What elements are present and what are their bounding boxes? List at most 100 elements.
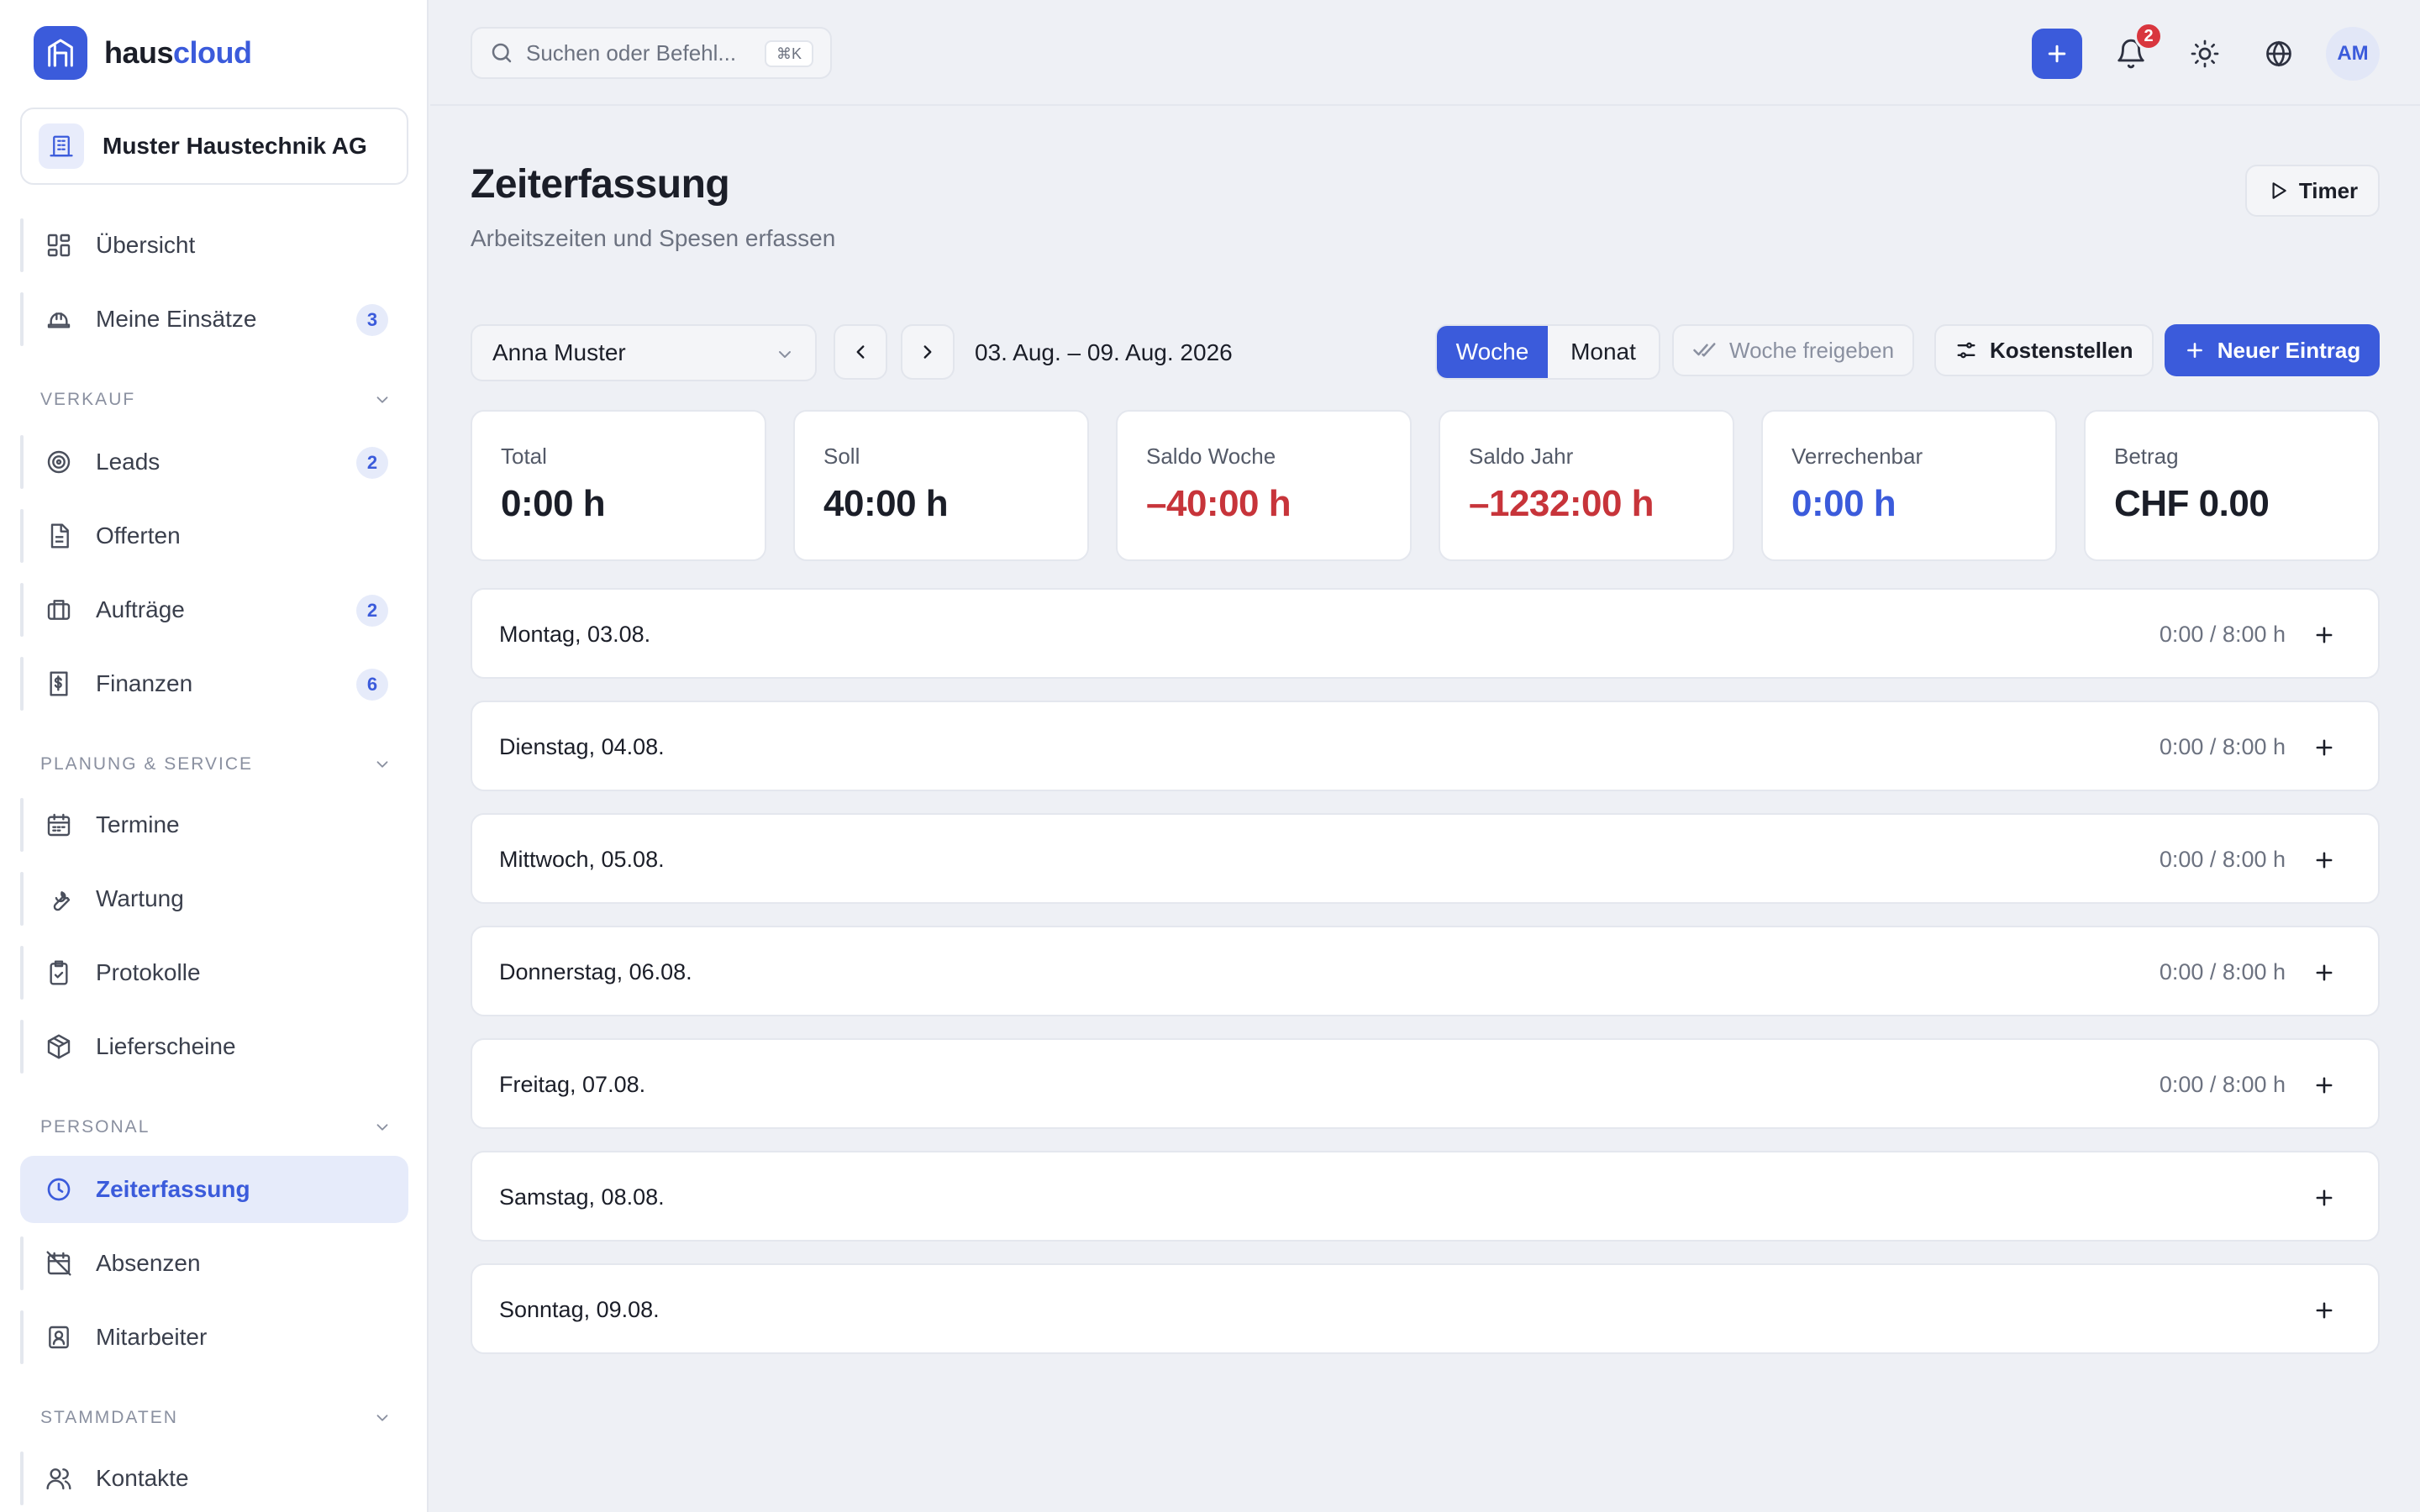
stat-card-saldo-jahr: Saldo Jahr –1232:00 h: [1439, 410, 1734, 561]
plus-icon: [2048, 45, 2066, 63]
section-title: PLANUNG & SERVICE: [40, 754, 254, 774]
sidebar-item-zeiterfassung[interactable]: Zeiterfassung: [20, 1156, 408, 1223]
previous-week-button[interactable]: [834, 324, 887, 380]
day-label: Donnerstag, 06.08.: [499, 959, 692, 984]
sidebar-item-finanzen[interactable]: Finanzen 6: [20, 650, 408, 717]
chevron-down-icon: [779, 351, 791, 358]
sidebar-item-wartung[interactable]: Wartung: [20, 865, 408, 932]
section-toggle-verkauf[interactable]: VERKAUF: [40, 383, 392, 417]
view-month-button[interactable]: Monat: [1548, 326, 1659, 378]
day-row-mittwoch[interactable]: Mittwoch, 05.08. 0:00 / 8:00 h: [471, 813, 2380, 904]
sidebar-item-label: Leads: [96, 449, 160, 475]
sidebar-item-label: Finanzen: [96, 670, 193, 696]
next-week-button[interactable]: [901, 324, 955, 380]
view-week-button[interactable]: Woche: [1437, 326, 1548, 378]
sidebar-item-meine-einsaetze[interactable]: Meine Einsätze 3: [20, 286, 408, 353]
employee-select[interactable]: Anna Muster: [471, 324, 817, 381]
keyboard-shortcut: ⌘K: [764, 40, 813, 67]
add-entry-button[interactable]: [2307, 1294, 2341, 1327]
stat-card-saldo-woche: Saldo Woche –40:00 h: [1116, 410, 1412, 561]
stat-value: –1232:00 h: [1469, 483, 1655, 524]
sidebar-item-label: Lieferscheine: [96, 1033, 236, 1059]
sidebar-item-uebersicht[interactable]: Übersicht: [20, 212, 408, 279]
users-icon: [44, 1463, 74, 1494]
stat-label: Soll: [823, 444, 860, 469]
add-entry-button[interactable]: [2307, 618, 2341, 652]
stat-value: CHF 0.00: [2114, 483, 2270, 524]
company-name: Muster Haustechnik AG: [103, 133, 367, 159]
app-name-part-2: cloud: [173, 35, 252, 70]
timer-label: Timer: [2298, 177, 2359, 203]
dashboard-icon: [44, 230, 74, 260]
helmet-icon: [44, 304, 74, 334]
sidebar-item-leads[interactable]: Leads 2: [20, 428, 408, 496]
add-entry-button[interactable]: [2307, 956, 2341, 990]
day-label: Montag, 03.08.: [499, 622, 651, 647]
sidebar-item-label: Offerten: [96, 522, 181, 549]
sidebar-item-kontakte[interactable]: Kontakte: [20, 1445, 408, 1512]
sidebar-item-offerten[interactable]: Offerten: [20, 502, 408, 570]
sidebar-item-mitarbeiter[interactable]: Mitarbeiter: [20, 1304, 408, 1371]
timer-button[interactable]: Timer: [2245, 165, 2380, 217]
house-logo-icon: [34, 26, 87, 80]
search-icon: [492, 43, 512, 63]
search-input[interactable]: Suchen oder Befehl... ⌘K: [471, 27, 832, 79]
day-hours: 0:00 / 8:00 h: [2159, 734, 2286, 759]
day-label: Sonntag, 09.08.: [499, 1297, 660, 1322]
stat-label: Saldo Jahr: [1469, 444, 1574, 469]
sidebar-item-auftraege[interactable]: Aufträge 2: [20, 576, 408, 643]
id-badge-icon: [44, 1322, 74, 1352]
day-row-donnerstag[interactable]: Donnerstag, 06.08. 0:00 / 8:00 h: [471, 926, 2380, 1016]
sidebar-item-absenzen[interactable]: Absenzen: [20, 1230, 408, 1297]
day-row-montag[interactable]: Montag, 03.08. 0:00 / 8:00 h: [471, 588, 2380, 679]
add-entry-button[interactable]: [2307, 1181, 2341, 1215]
cost-centers-button[interactable]: Kostenstellen: [1934, 324, 2154, 376]
language-button[interactable]: [2257, 32, 2301, 76]
count-badge: 6: [356, 669, 388, 701]
app-logo[interactable]: hauscloud: [34, 25, 252, 81]
document-icon: [44, 521, 74, 551]
briefcase-icon: [44, 595, 74, 625]
day-row-freitag[interactable]: Freitag, 07.08. 0:00 / 8:00 h: [471, 1038, 2380, 1129]
section-title: VERKAUF: [40, 390, 136, 409]
sidebar-item-protokolle[interactable]: Protokolle: [20, 939, 408, 1006]
day-row-sonntag[interactable]: Sonntag, 09.08.: [471, 1263, 2380, 1354]
add-entry-button[interactable]: [2307, 843, 2341, 877]
add-entry-button[interactable]: [2307, 731, 2341, 764]
approve-week-button[interactable]: Woche freigeben: [1672, 324, 1915, 376]
stat-value: 0:00 h: [1791, 483, 1897, 524]
page-title: Zeiterfassung: [471, 162, 730, 207]
section-toggle-personal[interactable]: PERSONAL: [40, 1110, 392, 1144]
day-row-dienstag[interactable]: Dienstag, 04.08. 0:00 / 8:00 h: [471, 701, 2380, 791]
approve-week-label: Woche freigeben: [1729, 337, 1895, 363]
stat-card-total: Total 0:00 h: [471, 410, 766, 561]
quick-add-button[interactable]: [2032, 29, 2082, 79]
building-icon: [39, 123, 84, 169]
sidebar-item-lieferscheine[interactable]: Lieferscheine: [20, 1013, 408, 1080]
sidebar-item-label: Übersicht: [96, 232, 196, 258]
page-subtitle: Arbeitszeiten und Spesen erfassen: [471, 225, 836, 251]
play-icon: [2272, 182, 2286, 199]
topbar: Suchen oder Befehl... ⌘K 2 AM: [430, 0, 2420, 106]
day-row-samstag[interactable]: Samstag, 08.08.: [471, 1151, 2380, 1242]
section-toggle-planung-service[interactable]: PLANUNG & SERVICE: [40, 748, 392, 781]
new-entry-button[interactable]: Neuer Eintrag: [2165, 324, 2380, 376]
sidebar-item-termine[interactable]: Termine: [20, 791, 408, 858]
sidebar-item-label: Wartung: [96, 885, 184, 911]
day-hours: 0:00 / 8:00 h: [2159, 847, 2286, 872]
section-toggle-stammdaten[interactable]: STAMMDATEN: [40, 1401, 392, 1435]
double-check-icon: [1693, 343, 1716, 357]
stat-label: Total: [501, 444, 547, 469]
sidebar-item-label: Meine Einsätze: [96, 306, 257, 332]
section-title: PERSONAL: [40, 1117, 150, 1137]
clock-icon: [44, 1174, 74, 1205]
chevron-down-icon: [376, 1415, 388, 1421]
add-entry-button[interactable]: [2307, 1068, 2341, 1102]
section-title: STAMMDATEN: [40, 1408, 178, 1427]
theme-toggle-button[interactable]: [2183, 32, 2227, 76]
avatar[interactable]: AM: [2326, 27, 2380, 81]
sidebar: hauscloud Muster Haustechnik AG Übersich…: [0, 0, 429, 1512]
plus-icon: [2316, 739, 2333, 756]
company-switcher[interactable]: Muster Haustechnik AG: [20, 108, 408, 185]
stat-card-betrag: Betrag CHF 0.00: [2084, 410, 2380, 561]
